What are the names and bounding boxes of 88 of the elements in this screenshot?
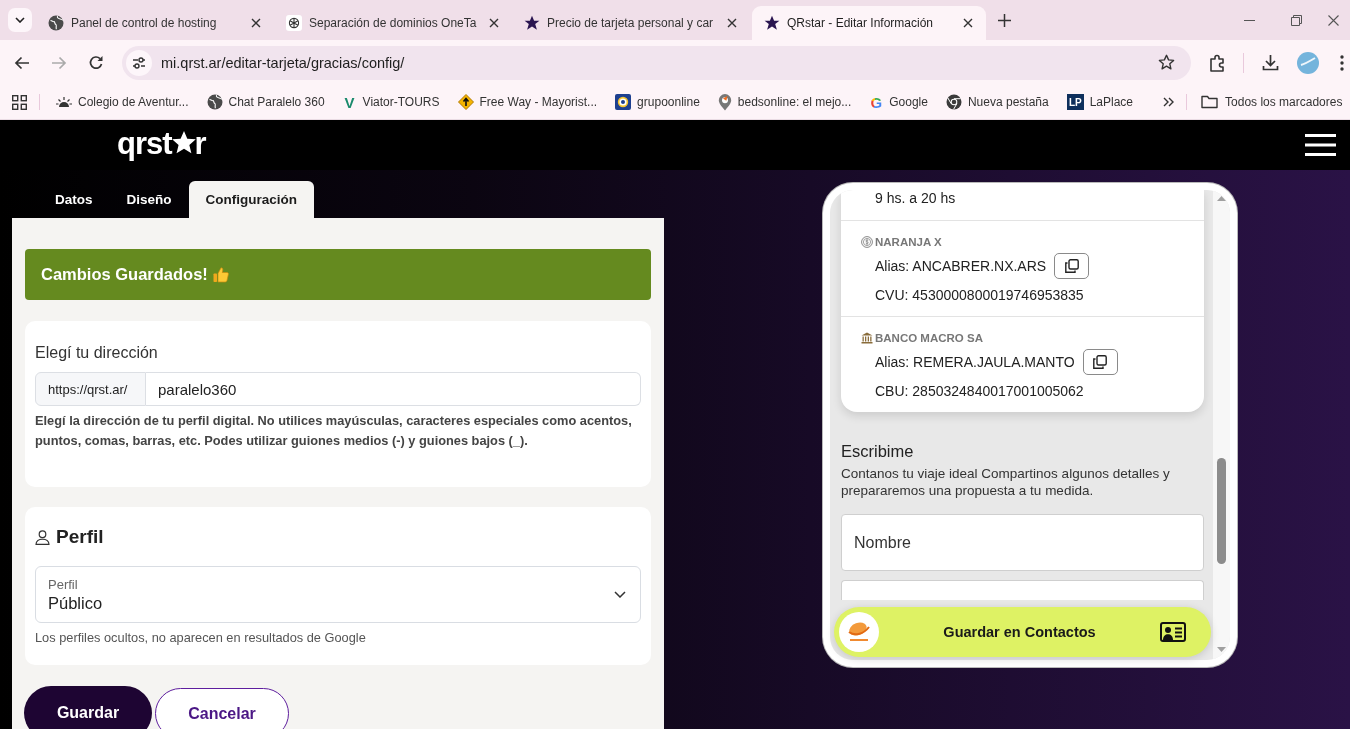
bank-icon [861,332,873,344]
account-detail: CBU: 2850324840017001005062 [875,383,1084,399]
scrollbar-thumb[interactable] [1217,458,1226,564]
puzzle-icon[interactable] [1209,53,1227,72]
slug-field[interactable]: paralelo360 [146,372,641,406]
input-field[interactable] [841,580,1204,600]
star-icon [524,15,540,31]
save-button[interactable]: Guardar [24,686,152,729]
address-bar[interactable]: mi.qrst.ar/editar-tarjeta/gracias/config/ [122,45,1191,80]
chevron-down-icon [15,17,25,23]
account-detail: Alias: ANCABRER.NX.ARS [875,258,1047,274]
save-contact-button[interactable]: Guardar en Contactos [834,607,1211,657]
browser-tab[interactable]: Precio de tarjeta personal y car [512,6,750,40]
folder-icon [1201,95,1219,109]
bookmark-link[interactable]: Colegio de Aventur... [50,95,195,109]
plus-icon[interactable] [998,13,1011,27]
bookmark-link[interactable]: V Viator-TOURS [336,94,446,110]
close-icon[interactable] [1328,14,1339,26]
card-title: Perfil [56,526,104,548]
arrow-left-icon[interactable] [14,54,30,71]
star-icon [764,15,780,31]
sunrise-icon [56,97,72,107]
minimize-icon[interactable] [1244,19,1255,21]
triangle-up-icon[interactable] [1217,196,1226,201]
bookmark-link[interactable]: Free Way - Mayorist... [451,94,604,110]
browser-tab[interactable]: Separación de dominios OneTa [274,6,512,40]
account-detail: Alias: REMERA.JAULA.MANTO [875,354,1075,370]
chevron-down-icon [614,591,626,598]
favicon-logo: LP [1066,94,1084,110]
account-detail: CVU: 4530000800019746953835 [875,287,1084,303]
section-title: Escribime [841,442,915,461]
close-icon[interactable] [963,18,973,28]
field-label: Elegí tu dirección [35,344,159,362]
bookmark-link[interactable]: grupoonline [609,94,706,110]
all-bookmarks-link[interactable]: Todos los marcadores [1195,95,1343,109]
account-name: BANCO MACRO SA [875,332,983,344]
account-name: NARANJA X [875,236,942,248]
tab-search-button[interactable] [8,8,32,32]
star-outline-icon[interactable] [1158,54,1175,71]
editor-tab[interactable]: Datos [38,181,110,218]
thumbs-up-icon [212,266,229,283]
copy-button[interactable] [1082,349,1118,375]
bookmark-link[interactable]: G Google [863,94,934,110]
logo-link[interactable]: qrst r [117,127,206,163]
map-pin-icon [717,93,732,111]
close-icon[interactable] [489,18,499,28]
download-icon[interactable] [1262,54,1279,71]
favicon-logo: V [343,94,356,110]
editor-tab[interactable]: Configuración [188,181,315,218]
more-menu-icon[interactable] [1340,54,1344,71]
globe-icon [48,15,64,31]
copy-icon [1064,259,1079,273]
bookmark-link[interactable]: Chat Paralelo 360 [200,94,331,110]
reload-icon[interactable] [88,54,104,71]
copy-button[interactable] [1054,253,1090,279]
browser-tab[interactable]: Panel de control de hosting [36,6,274,40]
hours-text: 9 hs. a 20 hs [841,190,1204,221]
close-icon[interactable] [727,18,737,28]
tune-icon[interactable] [126,49,152,76]
alert-message: Cambios Guardados! [41,265,208,284]
star-icon [171,130,196,154]
coin-icon [861,236,873,248]
aperture-icon [945,94,962,110]
restore-icon[interactable] [1291,14,1302,26]
logo-icon [839,612,879,652]
url-prefix: https://qrst.ar/ [35,372,146,406]
help-text: Elegí la dirección de tu perfil digital. No utilices mayúsculas, caracteres especiales como acentos, puntos, comas, barras, etc. Podes utilizar guiones medios (-) y guiones bajos (_). [35,412,633,450]
browser-tab[interactable]: QRstar - Editar Información [752,6,986,40]
editor-tab[interactable]: Diseño [109,181,189,218]
cancel-button[interactable]: Cancelar [155,688,289,729]
profile-select[interactable]: Perfil Público [35,566,641,623]
contact-card-icon [1160,622,1186,642]
bookmark-link[interactable]: bedsonline: el mejo... [711,93,858,111]
apps-grid-icon[interactable] [12,94,27,110]
help-text: Los perfiles ocultos, no aparecen en resultados de Google [35,630,367,645]
bookmark-link[interactable]: LP LaPlace [1060,94,1140,110]
section-description: Contanos tu viaje ideal Compartinos algunos detalles y prepararemos una propuesta a tu medida. [841,465,1171,499]
knot-icon [286,15,302,31]
input-field[interactable]: Nombre [841,514,1204,571]
person-icon [35,529,50,545]
road-sign-icon [457,94,474,110]
bookmark-link[interactable]: Nueva pestaña [939,94,1055,110]
ring-icon [615,94,632,110]
copy-icon [1093,355,1108,369]
double-chevron-icon[interactable] [1163,97,1175,107]
menu-icon[interactable] [1305,134,1336,156]
close-icon[interactable] [251,18,261,28]
globe-icon [206,94,223,110]
